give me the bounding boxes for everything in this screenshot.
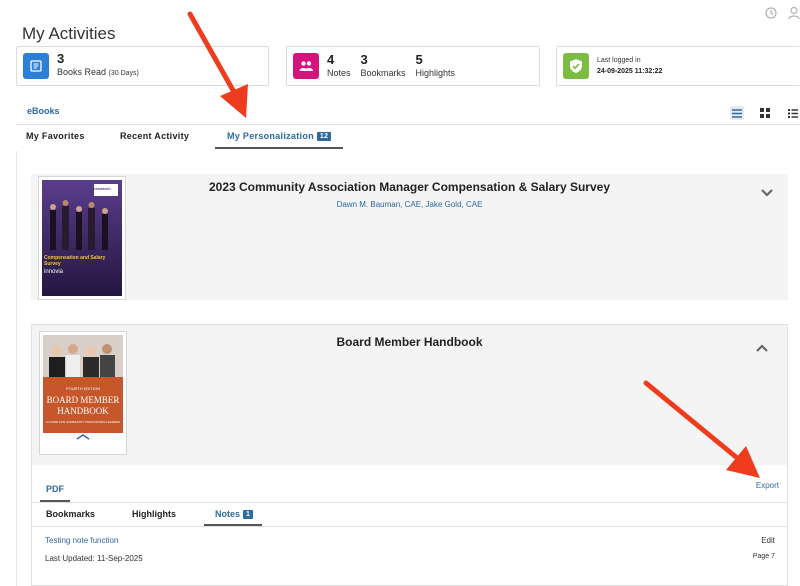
annotation-arrows xyxy=(187,11,760,478)
arrow-to-export-link xyxy=(643,380,760,478)
arrow-to-personalization-tab xyxy=(187,11,248,118)
